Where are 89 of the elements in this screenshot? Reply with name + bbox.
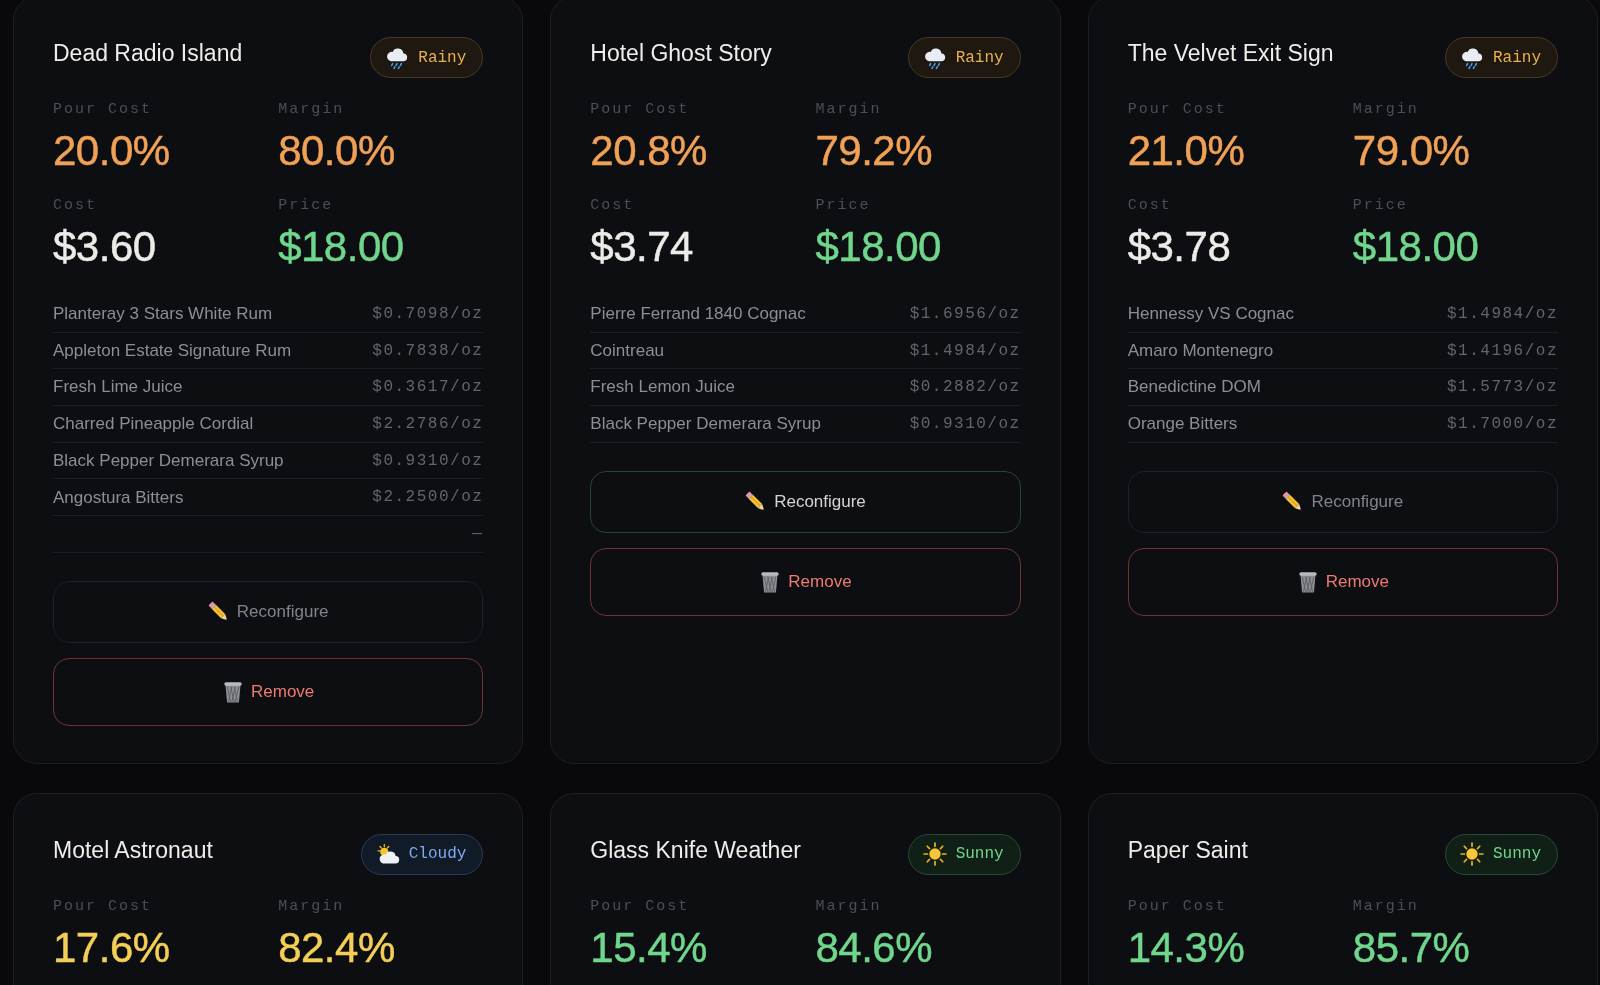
ingredient-cost: $1.7000/oz (1447, 413, 1558, 435)
metric-label: Margin (278, 896, 345, 917)
metric-value: 82.4% (278, 923, 395, 972)
sun-icon (1460, 842, 1484, 867)
ingredient-name: Angostura Bitters (53, 486, 184, 509)
metric-value: $18.00 (815, 223, 941, 271)
weather-label: Rainy (1493, 47, 1541, 69)
metric-value: 79.2% (815, 127, 933, 175)
ingredient-cost: $0.7838/oz (372, 340, 484, 362)
metric-label: Price (1352, 196, 1408, 216)
remove-button[interactable]: Remove (1127, 547, 1558, 616)
metric-value: 84.6% (815, 923, 933, 972)
metric-value: 14.3% (1127, 923, 1245, 972)
metric-label: Margin (1352, 896, 1419, 917)
metric-label: Margin (815, 100, 882, 120)
ingredient-cost: $1.4196/oz (1447, 340, 1558, 362)
metric-label: Cost (1127, 196, 1172, 216)
metric-value: 80.0% (278, 127, 395, 175)
metric-value: 21.0% (1127, 127, 1245, 175)
sun-icon (922, 842, 947, 867)
metric-value: 79.0% (1352, 127, 1470, 175)
ingredient-name: Charred Pineapple Cordial (53, 413, 254, 436)
metric-value: $18.00 (278, 223, 404, 271)
wastebasket-icon (222, 680, 244, 703)
metric-label: Pour Cost (1127, 896, 1227, 917)
remove-button[interactable]: Remove (590, 547, 1021, 616)
ingredient-cost: $0.7098/oz (372, 303, 484, 325)
metric-value: 20.8% (590, 127, 707, 175)
metric-label: Pour Cost (590, 896, 690, 917)
metric-label: Cost (53, 196, 97, 216)
ingredient-cost: $0.9310/oz (909, 413, 1021, 435)
metric-value: $3.60 (53, 223, 156, 271)
remove-button[interactable]: Remove (53, 657, 484, 726)
ingredient-name: Fresh Lime Juice (53, 376, 183, 399)
metric-value: $18.00 (1352, 223, 1479, 271)
ingredient-cost: $1.4984/oz (1447, 303, 1558, 325)
card-title: Motel Astronaut (53, 835, 213, 865)
weather-label: Rainy (418, 47, 467, 69)
ingredient-cost: $1.4984/oz (909, 340, 1021, 362)
ingredient-cost: — (472, 523, 484, 545)
ingredient-cost: $2.2500/oz (372, 487, 484, 509)
metric-value: $3.74 (590, 223, 693, 271)
wastebasket-icon (759, 570, 782, 593)
card-title: Hotel Ghost Story (590, 39, 772, 68)
ingredient-name: Amaro Montenegro (1127, 339, 1274, 362)
ingredient-name: Black Pepper Demerara Syrup (590, 413, 821, 436)
weather-label: Sunny (955, 844, 1004, 866)
metric-label: Pour Cost (590, 100, 690, 120)
reconfigure-button[interactable]: Reconfigure (53, 580, 484, 643)
metric-value: $3.78 (1127, 223, 1231, 271)
weather-label: Cloudy (408, 844, 467, 866)
metric-label: Pour Cost (53, 896, 152, 917)
wastebasket-icon (1296, 570, 1319, 593)
metric-label: Margin (278, 100, 345, 120)
metric-label: Price (815, 196, 871, 216)
ingredient-name: Pierre Ferrand 1840 Cognac (590, 303, 806, 326)
ingredient-cost: $0.9310/oz (372, 450, 484, 472)
reconfigure-button[interactable]: Reconfigure (1127, 470, 1558, 533)
ingredient-name: Fresh Lemon Juice (590, 376, 735, 399)
metric-value: 20.0% (53, 127, 170, 175)
ingredient-name: Appleton Estate Signature Rum (53, 339, 292, 362)
ingredient-cost: $0.2882/oz (909, 377, 1021, 399)
card-title: The Velvet Exit Sign (1127, 39, 1334, 68)
ingredient-cost: $1.6956/oz (909, 303, 1021, 325)
metric-label: Margin (1352, 100, 1419, 120)
metric-value: 15.4% (590, 923, 707, 972)
ingredient-name: Benedictine DOM (1127, 376, 1261, 399)
pencil-icon (207, 600, 230, 623)
metric-label: Cost (590, 196, 635, 216)
ingredient-cost: $2.2786/oz (372, 413, 484, 435)
reconfigure-button[interactable]: Reconfigure (590, 470, 1021, 533)
weather-label: Rainy (955, 47, 1004, 69)
card-title: Paper Saint (1127, 835, 1248, 865)
ingredient-name: Cointreau (590, 339, 665, 362)
metric-label: Pour Cost (53, 100, 152, 120)
metric-label: Price (278, 196, 334, 216)
ingredient-name: Planteray 3 Stars White Rum (53, 303, 273, 326)
metric-value: 17.6% (53, 923, 170, 972)
ingredient-name: Black Pepper Demerara Syrup (53, 449, 284, 472)
metric-value: 85.7% (1352, 923, 1470, 972)
ingredient-cost: $0.3617/oz (372, 377, 484, 399)
ingredient-name: Hennessy VS Cognac (1127, 303, 1294, 326)
weather-label: Sunny (1493, 844, 1541, 866)
ingredient-name: Orange Bitters (1127, 413, 1238, 436)
metric-label: Pour Cost (1127, 100, 1227, 120)
card-title: Glass Knife Weather (590, 835, 801, 865)
card-title: Dead Radio Island (53, 39, 243, 68)
metric-label: Margin (815, 896, 882, 917)
ingredient-cost: $1.5773/oz (1447, 377, 1558, 399)
